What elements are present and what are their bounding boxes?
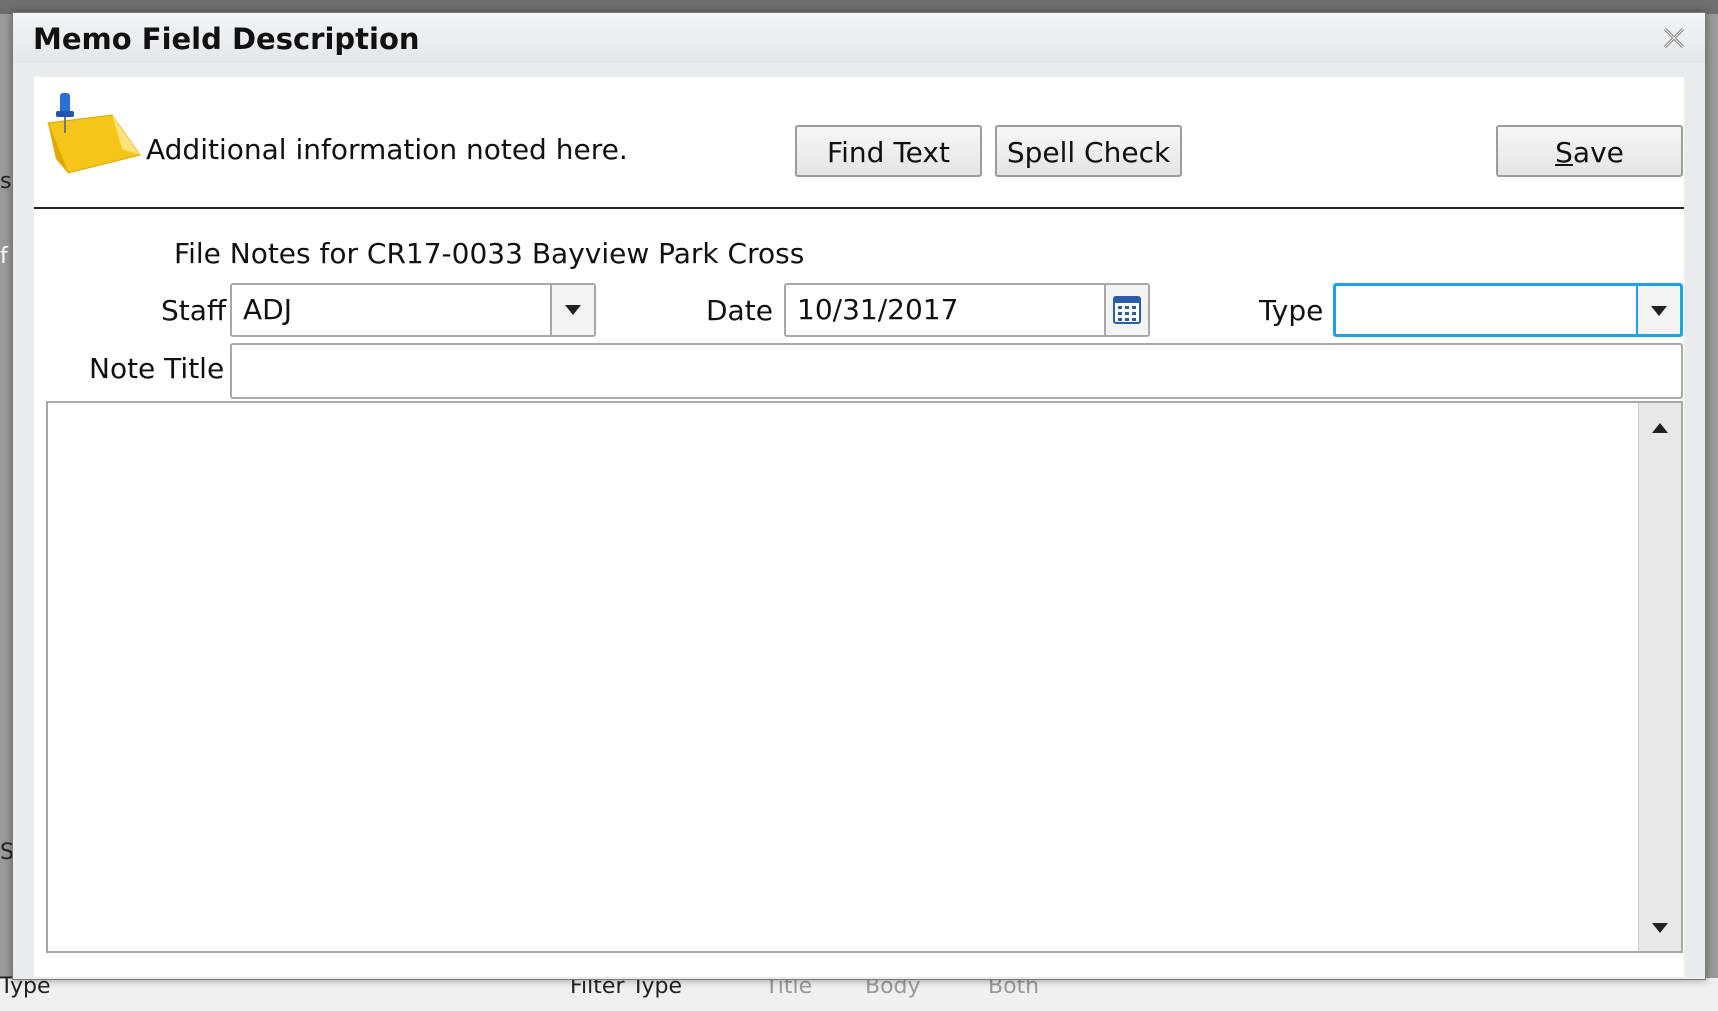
background-letter: f [0, 244, 8, 269]
note-title-label: Note Title [89, 352, 225, 385]
save-label-rest: ave [1572, 136, 1624, 169]
chevron-down-icon [565, 305, 581, 315]
close-button[interactable] [1661, 25, 1687, 51]
background-app-left: s f S [0, 14, 14, 1011]
background-letter: s [0, 169, 12, 194]
type-dropdown-button[interactable] [1636, 286, 1680, 334]
dialog-titlebar[interactable]: Memo Field Description [13, 13, 1705, 63]
date-label: Date [706, 294, 773, 327]
background-app-bottom: Type Filter Type Title Body Both [0, 974, 1718, 1011]
sticky-note-pin-icon [47, 93, 141, 174]
chevron-down-icon [1651, 306, 1667, 316]
calendar-button[interactable] [1104, 285, 1148, 335]
note-title-input[interactable] [230, 343, 1683, 399]
type-label: Type [1259, 294, 1324, 327]
header-divider [34, 207, 1684, 209]
header-info-text: Additional information noted here. [146, 133, 628, 166]
memo-scrollbar[interactable] [1638, 403, 1681, 951]
scroll-down-icon[interactable] [1652, 923, 1668, 933]
save-accesskey: S [1555, 136, 1573, 169]
scroll-up-icon[interactable] [1652, 423, 1668, 433]
close-icon [1663, 27, 1685, 49]
file-notes-heading: File Notes for CR17-0033 Bayview Park Cr… [174, 237, 805, 270]
dialog-title: Memo Field Description [33, 22, 420, 56]
background-app-right [1704, 14, 1718, 1011]
memo-textarea[interactable] [46, 401, 1683, 953]
staff-label: Staff [161, 294, 227, 327]
find-text-button[interactable]: Find Text [795, 125, 982, 177]
type-combobox[interactable] [1333, 283, 1683, 337]
staff-combobox[interactable]: ADJ [230, 283, 596, 337]
save-button[interactable]: Save [1496, 125, 1683, 177]
staff-dropdown-button[interactable] [550, 285, 594, 335]
memo-panel: Additional information noted here. Find … [34, 77, 1684, 977]
date-field[interactable]: 10/31/2017 [784, 283, 1150, 337]
memo-dialog: Memo Field Description Additional inform… [12, 12, 1706, 980]
date-value: 10/31/2017 [797, 293, 959, 326]
calendar-icon [1113, 296, 1141, 324]
spell-check-button[interactable]: Spell Check [995, 125, 1182, 177]
staff-value: ADJ [243, 293, 292, 326]
